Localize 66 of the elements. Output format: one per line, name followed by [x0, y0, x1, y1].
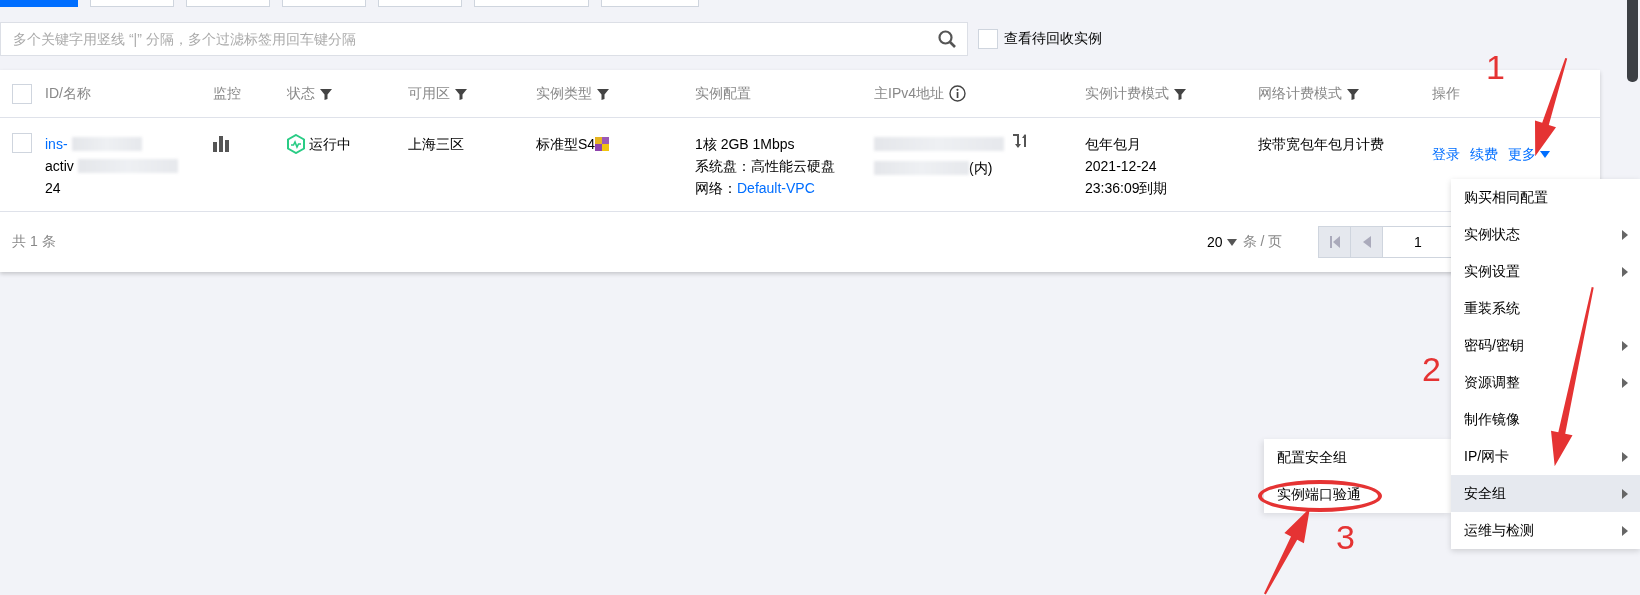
column-header: 操作: [1432, 84, 1460, 103]
column-header: 网络计费模式: [1258, 84, 1342, 103]
menu-item[interactable]: 安全组: [1451, 475, 1640, 512]
config-text: 1核 2GB 1Mbps: [695, 135, 795, 154]
annotation-number: 3: [1336, 520, 1355, 554]
menu-item[interactable]: 运维与检测: [1451, 512, 1640, 549]
filter-icon: [597, 87, 609, 100]
menu-item[interactable]: 购买相同配置: [1451, 179, 1640, 216]
instance-type: 标准型S4: [536, 135, 596, 154]
column-header: 可用区: [408, 84, 450, 103]
column-header: 监控: [213, 84, 241, 103]
running-status-icon: [287, 134, 305, 154]
menu-item[interactable]: 制作镜像: [1451, 401, 1640, 438]
status-text: 运行中: [309, 135, 351, 154]
zone-text: 上海三区: [408, 135, 464, 154]
checkbox[interactable]: [12, 83, 32, 104]
caret-down-icon[interactable]: [1540, 150, 1550, 158]
menu-item[interactable]: 实例端口验通: [1264, 476, 1451, 513]
network-label: 网络：: [695, 179, 737, 198]
colorful-badge-icon: [595, 137, 610, 151]
menu-item[interactable]: 密码/密钥: [1451, 327, 1640, 364]
column-header: 实例类型: [536, 84, 592, 103]
login-link[interactable]: 登录: [1432, 143, 1460, 165]
renew-link[interactable]: 续费: [1470, 143, 1498, 165]
column-header: 实例计费模式: [1085, 84, 1169, 103]
checkbox[interactable]: [978, 29, 998, 49]
more-link[interactable]: 更多: [1508, 143, 1536, 165]
menu-item[interactable]: 实例状态: [1451, 216, 1640, 253]
page-size-unit: 条 / 页: [1242, 233, 1283, 251]
info-icon: [949, 85, 966, 102]
instance-id-link[interactable]: ins-: [45, 133, 68, 155]
instance-name: 24: [45, 179, 61, 198]
menu-item[interactable]: 资源调整: [1451, 364, 1640, 401]
blur-patch: [71, 137, 142, 151]
search-icon[interactable]: [938, 30, 956, 48]
swap-icon[interactable]: [1012, 133, 1026, 149]
network-billing-text: 按带宽包年包月计费: [1258, 135, 1384, 154]
vpc-link[interactable]: Default-VPC: [737, 177, 815, 199]
checkbox-label: 查看待回收实例: [1004, 30, 1102, 48]
menu-item[interactable]: 配置安全组: [1264, 439, 1451, 476]
instance-name: activ: [45, 157, 74, 176]
total-count: 共 1 条: [12, 233, 56, 251]
annotation-number: 2: [1422, 352, 1441, 386]
column-header: 实例配置: [695, 84, 751, 103]
scrollbar-thumb[interactable]: [1627, 0, 1638, 82]
config-text: 系统盘：高性能云硬盘: [695, 157, 835, 176]
column-header: 主IPv4地址: [874, 84, 944, 103]
search-field[interactable]: 多个关键字用竖线 “|” 分隔，多个过滤标签用回车键分隔: [0, 22, 968, 56]
menu-item[interactable]: IP/网卡: [1451, 438, 1640, 475]
menu-item[interactable]: 实例设置: [1451, 253, 1640, 290]
filter-icon: [320, 87, 332, 100]
ip-type-text: (内): [969, 159, 993, 178]
column-header: 状态: [287, 84, 315, 103]
billing-text: 23:36:09到期: [1085, 179, 1168, 198]
billing-text: 2021-12-24: [1085, 157, 1157, 176]
page-size-select[interactable]: 20: [1207, 234, 1237, 250]
billing-text: 包年包月: [1085, 135, 1141, 154]
bar-chart-icon[interactable]: [213, 136, 229, 152]
filter-icon: [455, 87, 467, 100]
caret-down-icon: [1226, 238, 1237, 246]
filter-icon: [1347, 87, 1359, 100]
annotation-number: 1: [1486, 50, 1505, 84]
menu-item[interactable]: 重装系统: [1451, 290, 1640, 327]
checkbox[interactable]: [12, 133, 32, 153]
filter-icon: [1174, 87, 1186, 100]
column-header: ID/名称: [45, 84, 91, 103]
